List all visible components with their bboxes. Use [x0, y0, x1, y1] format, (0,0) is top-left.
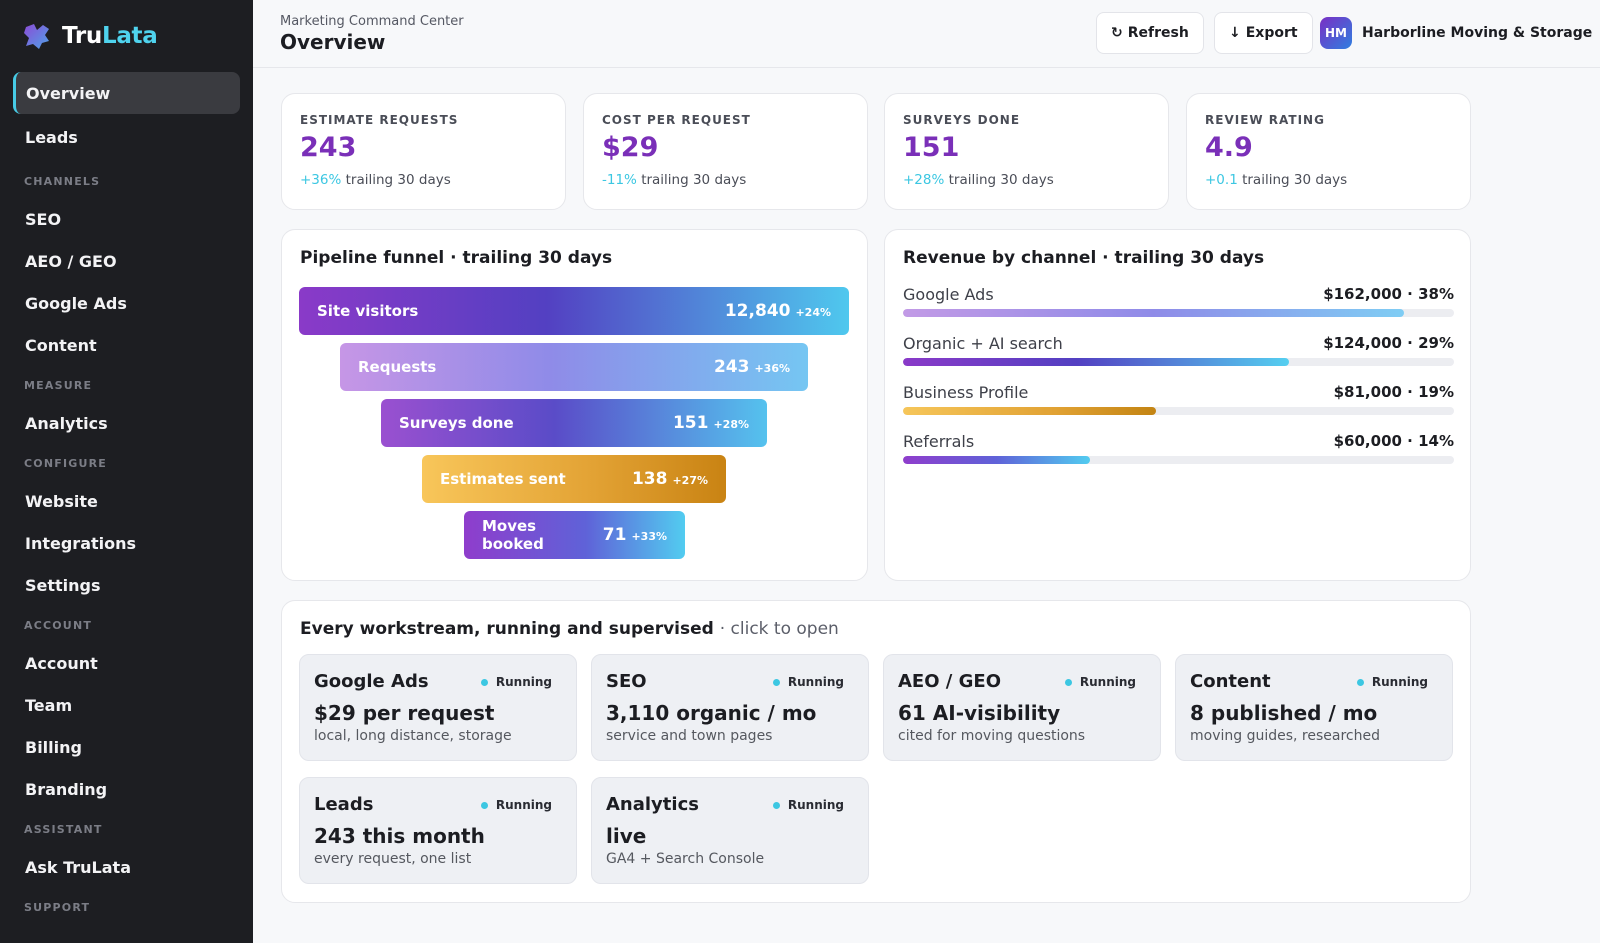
download-icon: ↓ — [1229, 25, 1241, 41]
top-header: Marketing Command Center Overview ↻ Refre… — [253, 0, 1600, 68]
status-badge: Running — [1356, 675, 1428, 689]
funnel-stage-requests[interactable]: Requests 243 +36% — [340, 343, 808, 391]
kpi-sub: +0.1 trailing 30 days — [1205, 172, 1348, 188]
sidebar-item-aeo-geo[interactable]: AEO / GEO — [13, 240, 240, 282]
trulata-logo-icon — [22, 21, 52, 51]
sidebar-item-account[interactable]: Account — [13, 642, 240, 684]
kpi-card-review-rating: REVIEW RATING 4.9 +0.1 trailing 30 days — [1186, 93, 1471, 210]
org-switcher[interactable]: HM Harborline Moving & Storage — [1320, 17, 1592, 49]
status-badge: Running — [1064, 675, 1136, 689]
kpi-sub: +28% trailing 30 days — [903, 172, 1054, 188]
refresh-icon: ↻ — [1111, 25, 1123, 41]
status-badge: Running — [480, 798, 552, 812]
funnel-stage-estimates-sent[interactable]: Estimates sent 138 +27% — [422, 455, 726, 503]
brand[interactable]: TruLata — [0, 0, 253, 72]
workstream-tile-aeo-geo[interactable]: AEO / GEO Running 61 AI-visibility cited… — [883, 654, 1161, 761]
sidebar-item-analytics[interactable]: Analytics — [13, 402, 240, 444]
kpi-sub: -11% trailing 30 days — [602, 172, 747, 188]
sidebar: TruLata Overview Leads CHANNELS SEO AEO … — [0, 0, 253, 943]
status-badge: Running — [480, 675, 552, 689]
sidebar-item-overview[interactable]: Overview — [13, 72, 240, 114]
pipeline-funnel-card: Pipeline funnel · trailing 30 days Site … — [281, 229, 868, 581]
status-dot-icon — [1064, 678, 1072, 686]
sidebar-section-channels: CHANNELS — [24, 175, 101, 188]
workstream-tile-analytics[interactable]: Analytics Running live GA4 + Search Cons… — [591, 777, 869, 884]
kpi-card-estimate-requests: ESTIMATE REQUESTS 243 +36% trailing 30 d… — [281, 93, 566, 210]
funnel-title: Pipeline funnel · trailing 30 days — [300, 248, 613, 268]
status-dot-icon — [772, 678, 780, 686]
kpi-label: SURVEYS DONE — [903, 113, 1021, 127]
sidebar-section-support: SUPPORT — [24, 901, 91, 914]
kpi-value: $29 — [602, 132, 659, 163]
sidebar-section-measure: MEASURE — [24, 379, 93, 392]
sidebar-section-account: ACCOUNT — [24, 619, 93, 632]
funnel-stage-site-visitors[interactable]: Site visitors 12,840 +24% — [299, 287, 849, 335]
status-badge: Running — [772, 798, 844, 812]
sidebar-item-content[interactable]: Content — [13, 324, 240, 366]
kpi-sub: +36% trailing 30 days — [300, 172, 451, 188]
workstream-tile-seo[interactable]: SEO Running 3,110 organic / mo service a… — [591, 654, 869, 761]
sidebar-section-configure: CONFIGURE — [24, 457, 107, 470]
workstream-tile-google-ads[interactable]: Google Ads Running $29 per request local… — [299, 654, 577, 761]
sidebar-item-ask-trulata[interactable]: Ask TruLata — [13, 846, 240, 888]
sidebar-item-team[interactable]: Team — [13, 684, 240, 726]
revenue-by-channel-card: Revenue by channel · trailing 30 days Go… — [884, 229, 1471, 581]
avatar: HM — [1320, 17, 1352, 49]
workstream-tile-leads[interactable]: Leads Running 243 this month every reque… — [299, 777, 577, 884]
sidebar-item-settings[interactable]: Settings — [13, 564, 240, 606]
revenue-bar — [903, 456, 1091, 464]
funnel-stage-surveys-done[interactable]: Surveys done 151 +28% — [381, 399, 767, 447]
status-dot-icon — [1356, 678, 1364, 686]
kpi-value: 151 — [903, 132, 960, 163]
page-title: Overview — [280, 30, 386, 54]
kpi-card-cost-per-request: COST PER REQUEST $29 -11% trailing 30 da… — [583, 93, 868, 210]
kpi-card-surveys-done: SURVEYS DONE 151 +28% trailing 30 days — [884, 93, 1169, 210]
status-dot-icon — [480, 801, 488, 809]
kpi-label: COST PER REQUEST — [602, 113, 751, 127]
kpi-value: 4.9 — [1205, 132, 1253, 163]
revenue-bar — [903, 407, 1157, 415]
funnel-stage-moves-booked[interactable]: Moves booked 71 +33% — [464, 511, 685, 559]
brand-name: TruLata — [62, 23, 158, 49]
revenue-bar — [903, 358, 1289, 366]
kpi-value: 243 — [300, 132, 357, 163]
export-button[interactable]: ↓ Export — [1214, 12, 1313, 54]
revenue-title: Revenue by channel · trailing 30 days — [903, 248, 1265, 268]
workstreams-title: Every workstream, running and supervised… — [300, 619, 839, 639]
refresh-button[interactable]: ↻ Refresh — [1096, 12, 1204, 54]
header-eyebrow: Marketing Command Center — [280, 14, 464, 29]
status-dot-icon — [772, 801, 780, 809]
sidebar-item-billing[interactable]: Billing — [13, 726, 240, 768]
sidebar-item-seo[interactable]: SEO — [13, 198, 240, 240]
org-name: Harborline Moving & Storage — [1362, 25, 1593, 41]
sidebar-item-integrations[interactable]: Integrations — [13, 522, 240, 564]
status-dot-icon — [480, 678, 488, 686]
sidebar-item-leads[interactable]: Leads — [13, 116, 240, 158]
workstream-tile-content[interactable]: Content Running 8 published / mo moving … — [1175, 654, 1453, 761]
sidebar-item-branding[interactable]: Branding — [13, 768, 240, 810]
revenue-bar — [903, 309, 1405, 317]
sidebar-section-assistant: ASSISTANT — [24, 823, 103, 836]
workstreams-card: Every workstream, running and supervised… — [281, 600, 1471, 903]
kpi-label: ESTIMATE REQUESTS — [300, 113, 459, 127]
kpi-label: REVIEW RATING — [1205, 113, 1325, 127]
sidebar-item-google-ads[interactable]: Google Ads — [13, 282, 240, 324]
sidebar-item-website[interactable]: Website — [13, 480, 240, 522]
status-badge: Running — [772, 675, 844, 689]
